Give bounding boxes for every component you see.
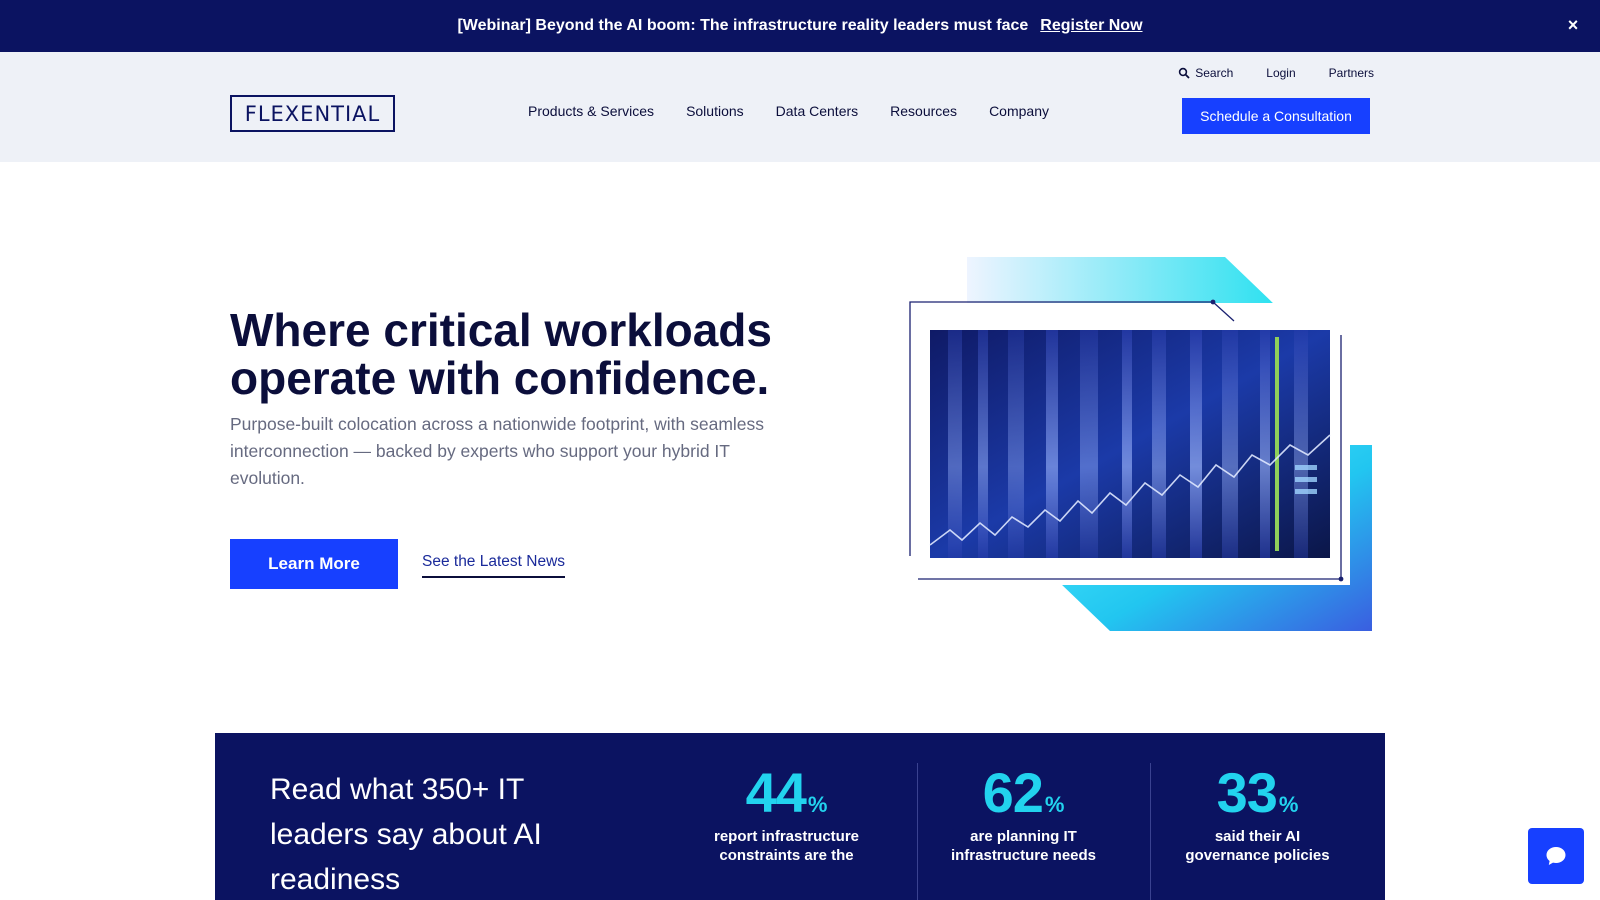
chat-button[interactable] — [1528, 828, 1584, 884]
stat-item-3: 33% said their AI governance policies — [1141, 763, 1374, 865]
banner-text: [Webinar] Beyond the AI boom: The infras… — [457, 17, 1029, 34]
stat-description: report infrastructure constraints are th… — [713, 828, 860, 864]
nav-resources[interactable]: Resources — [890, 103, 957, 119]
schedule-consultation-button[interactable]: Schedule a Consultation — [1182, 98, 1370, 134]
search-icon — [1179, 67, 1190, 79]
search-link[interactable]: Search — [1178, 66, 1233, 80]
chat-icon — [1546, 847, 1566, 865]
nav-data-centers[interactable]: Data Centers — [776, 103, 858, 119]
partners-link[interactable]: Partners — [1329, 66, 1374, 80]
stat-unit: % — [1278, 792, 1299, 817]
hero-title: Where critical workloads operate with co… — [230, 304, 772, 404]
flexential-logo[interactable]: FLEXENTIAL — [230, 95, 395, 132]
logo-text: FLEXENTIAL — [244, 101, 381, 126]
hero-subtitle: Purpose-built colocation across a nation… — [230, 414, 765, 488]
nav-company[interactable]: Company — [989, 103, 1049, 119]
close-icon[interactable]: × — [1562, 14, 1584, 36]
utility-nav: Search Login Partners — [1178, 66, 1374, 80]
stat-unit: % — [1044, 792, 1065, 817]
login-link[interactable]: Login — [1266, 66, 1295, 80]
stat-description: are planning IT infrastructure needs — [950, 828, 1097, 864]
stats-heading: Read what 350+ IT leaders say about AI r… — [270, 773, 542, 896]
site-header: FLEXENTIAL Search Login Partners Product… — [0, 52, 1600, 162]
hero-image — [909, 257, 1372, 631]
stat-unit: % — [807, 792, 828, 817]
main-nav: Products & Services Solutions Data Cente… — [528, 103, 1049, 119]
search-label: Search — [1195, 66, 1234, 80]
see-latest-news-link[interactable]: See the Latest News — [422, 553, 566, 578]
stats-panel: Read what 350+ IT leaders say about AI r… — [215, 733, 1385, 900]
promo-banner: [Webinar] Beyond the AI boom: The infras… — [0, 0, 1600, 52]
nav-products-services[interactable]: Products & Services — [528, 103, 654, 119]
stat-item-1: 44% report infrastructure constraints ar… — [670, 763, 903, 865]
stat-value: 62 — [982, 761, 1044, 824]
stat-value: 33 — [1216, 761, 1278, 824]
nav-solutions[interactable]: Solutions — [686, 103, 744, 119]
stat-item-2: 62% are planning IT infrastructure needs — [907, 763, 1140, 865]
stat-value: 44 — [745, 761, 807, 824]
learn-more-button[interactable]: Learn More — [230, 539, 398, 589]
stat-description: said their AI governance policies — [1185, 828, 1330, 864]
register-now-link[interactable]: Register Now — [1040, 17, 1142, 35]
